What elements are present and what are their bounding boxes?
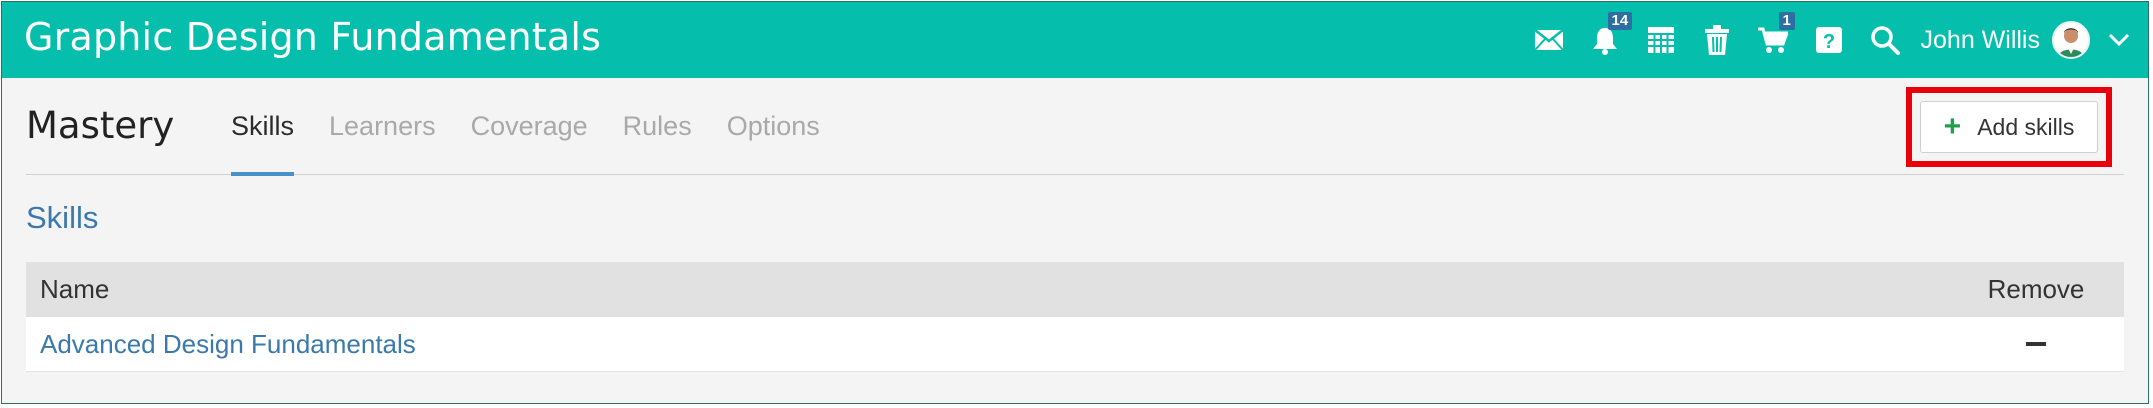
user-avatar[interactable] bbox=[2052, 21, 2090, 59]
notifications-bell-icon[interactable]: 14 bbox=[1577, 2, 1633, 78]
mail-icon[interactable] bbox=[1521, 2, 1577, 78]
notifications-count-badge: 14 bbox=[1607, 12, 1633, 30]
page-title: Mastery bbox=[26, 104, 175, 147]
add-skills-highlight: + Add skills bbox=[1906, 87, 2112, 167]
tab-skills[interactable]: Skills bbox=[231, 78, 295, 176]
plus-icon: + bbox=[1943, 110, 1962, 143]
help-icon[interactable]: ? bbox=[1801, 2, 1857, 78]
app-title: Graphic Design Fundamentals bbox=[24, 15, 602, 59]
tab-bar: Skills Learners Coverage Rules Options bbox=[231, 78, 855, 176]
add-skills-button[interactable]: + Add skills bbox=[1920, 101, 2098, 153]
table-header: Name Remove bbox=[26, 262, 2124, 317]
svg-text:?: ? bbox=[1822, 31, 1834, 53]
trash-icon[interactable] bbox=[1689, 2, 1745, 78]
top-actions: 14 1 ? John Willis bbox=[1521, 2, 2148, 78]
tab-options[interactable]: Options bbox=[727, 78, 820, 174]
remove-minus-icon[interactable] bbox=[2026, 342, 2046, 346]
calendar-icon[interactable] bbox=[1633, 2, 1689, 78]
top-bar: Graphic Design Fundamentals 14 1 ? John … bbox=[2, 2, 2148, 78]
chevron-down-icon[interactable] bbox=[2090, 2, 2148, 78]
column-header-remove: Remove bbox=[1987, 274, 2085, 304]
app-window: Graphic Design Fundamentals 14 1 ? John … bbox=[1, 1, 2149, 404]
remove-cell bbox=[1976, 342, 2096, 346]
skill-name-link[interactable]: Advanced Design Fundamentals bbox=[40, 329, 416, 360]
table-row: Advanced Design Fundamentals bbox=[26, 317, 2124, 372]
search-icon[interactable] bbox=[1857, 2, 1913, 78]
column-header-name: Name bbox=[40, 274, 110, 304]
user-name[interactable]: John Willis bbox=[1921, 26, 2040, 55]
add-skills-label: Add skills bbox=[1977, 113, 2075, 140]
skills-table: Name Remove Advanced Design Fundamentals bbox=[26, 262, 2124, 372]
tab-learners[interactable]: Learners bbox=[329, 78, 436, 174]
cart-icon[interactable]: 1 bbox=[1745, 2, 1801, 78]
tab-rules[interactable]: Rules bbox=[623, 78, 692, 174]
cart-count-badge: 1 bbox=[1778, 12, 1795, 30]
section-title: Skills bbox=[26, 200, 99, 235]
tab-coverage[interactable]: Coverage bbox=[471, 78, 588, 174]
page-header: Mastery Skills Learners Coverage Rules O… bbox=[26, 78, 2124, 176]
